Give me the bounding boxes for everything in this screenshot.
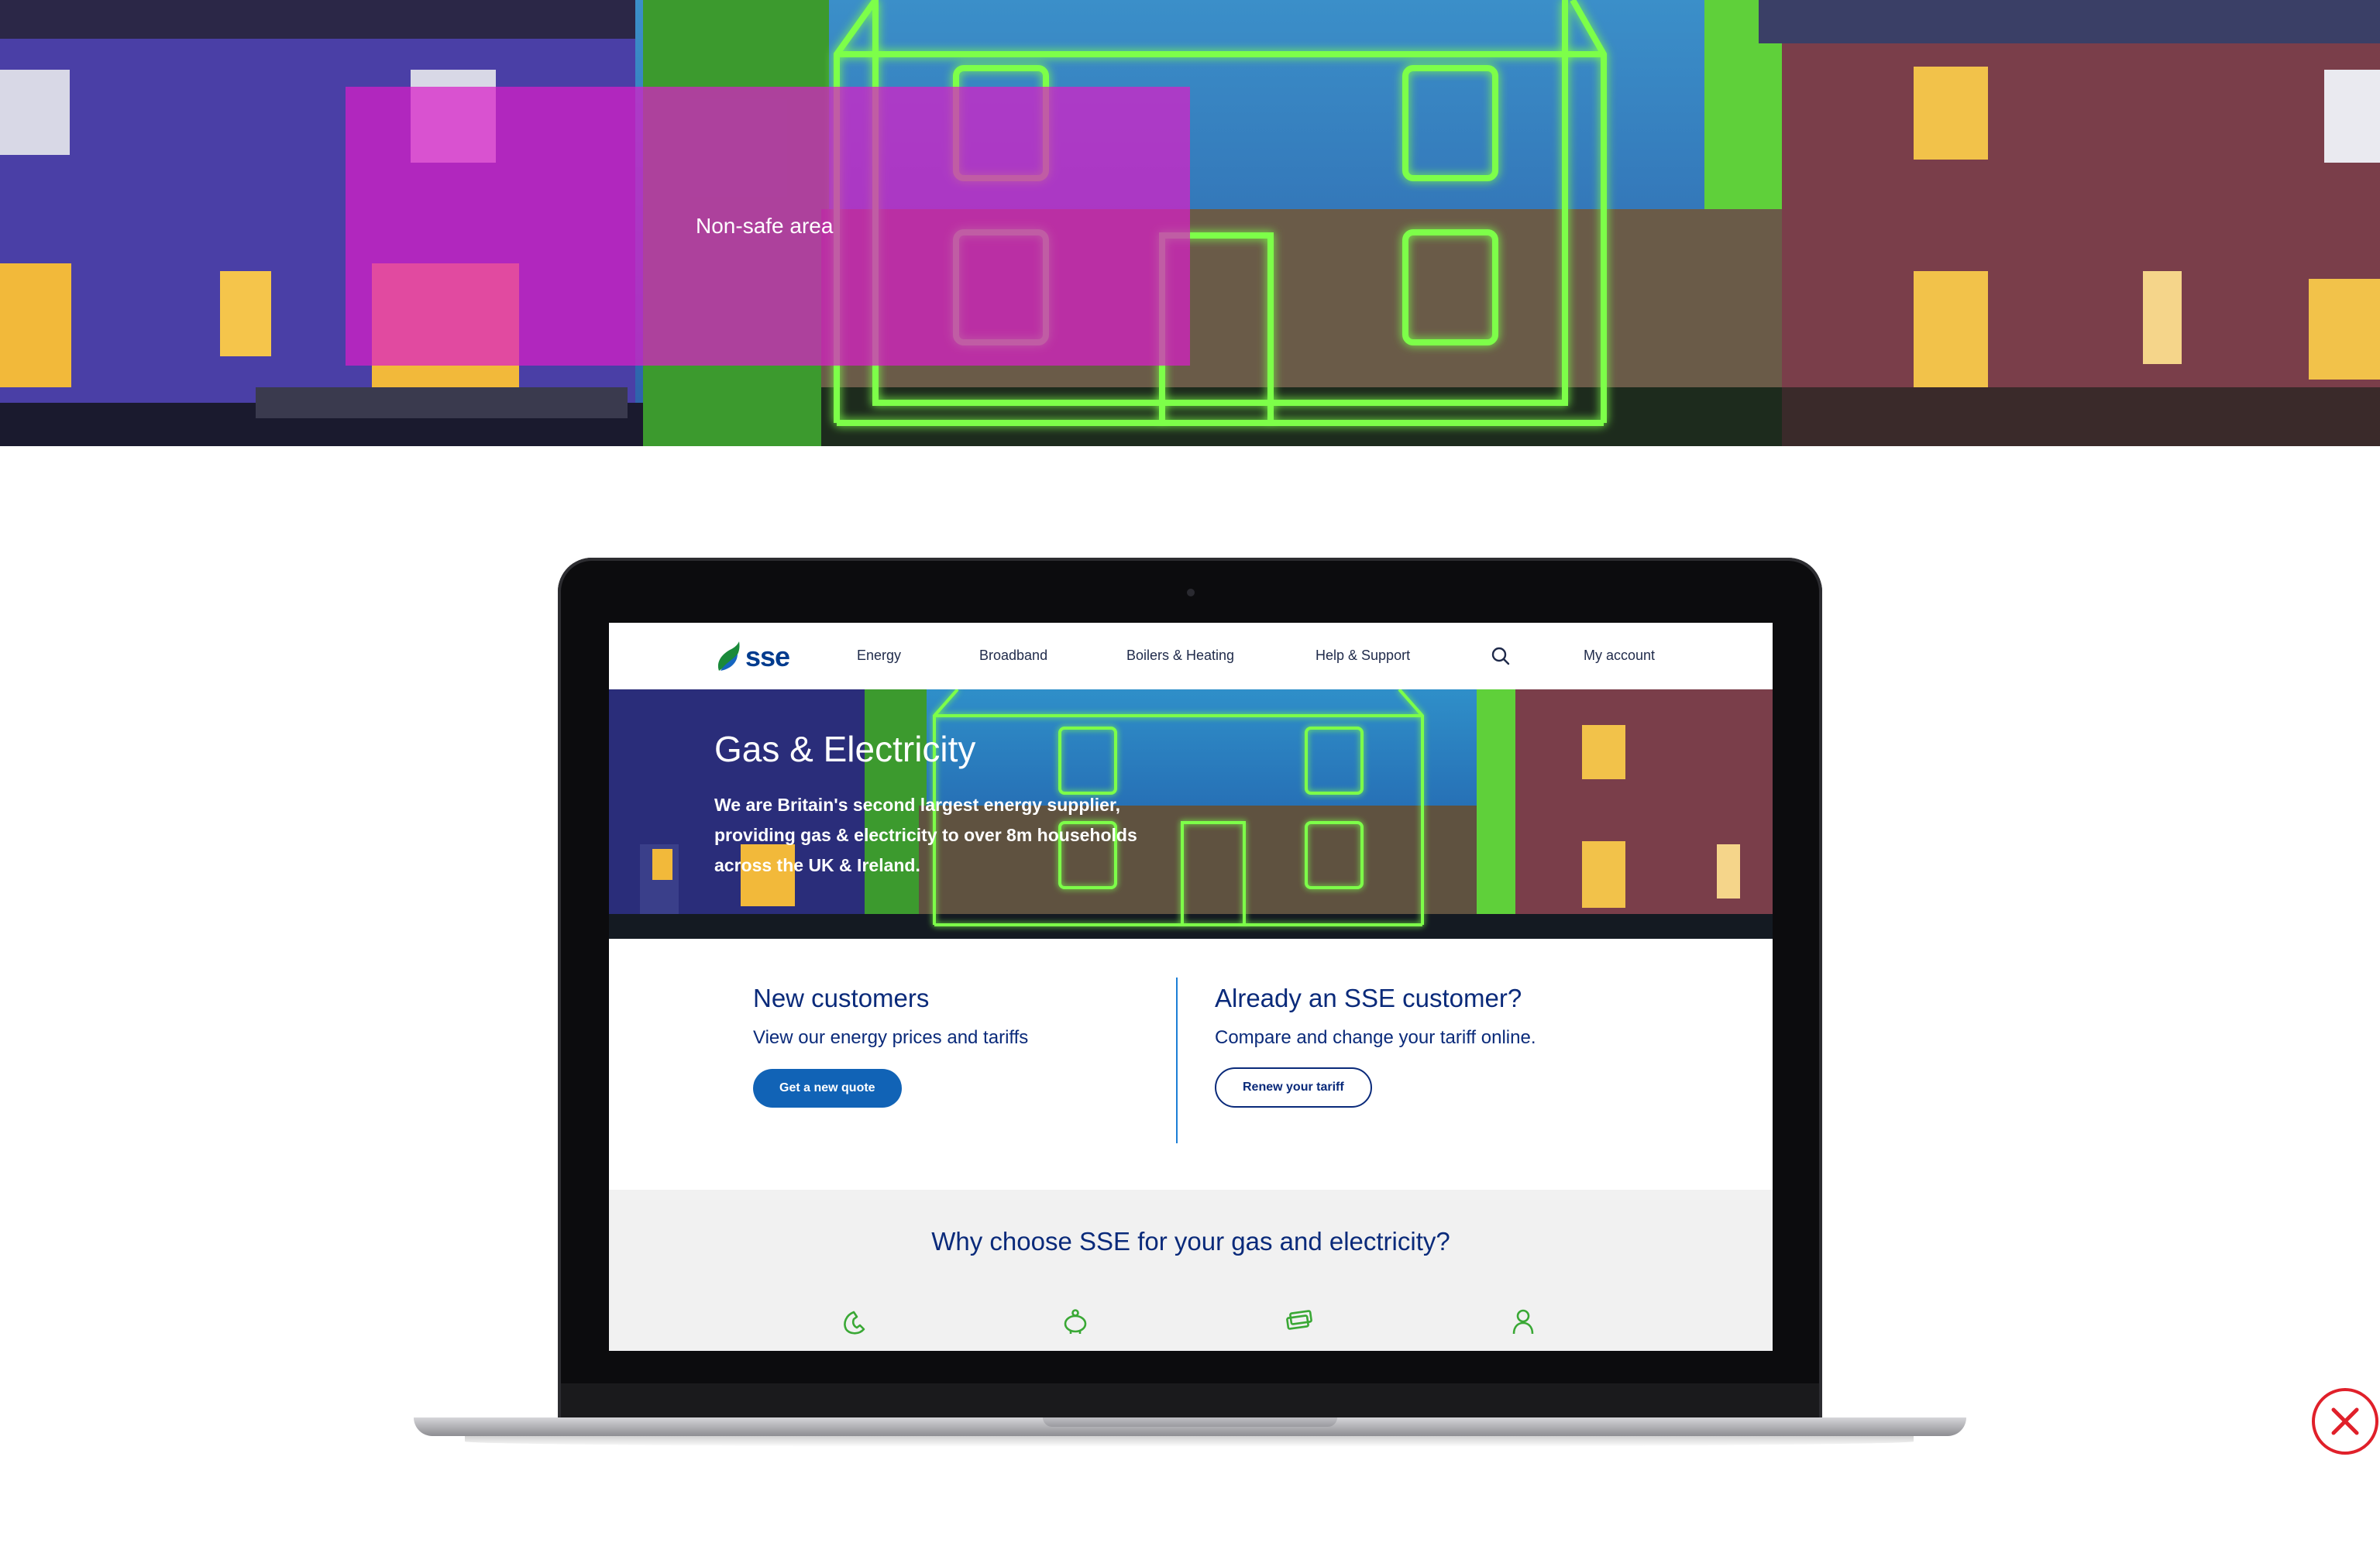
sse-flame-icon [717,641,740,671]
nav-energy[interactable]: Energy [857,648,901,664]
why-choose-section: Why choose SSE for your gas and electric… [609,1190,1773,1351]
new-customers-panel: New customers View our energy prices and… [753,984,1028,1108]
new-customers-subtitle: View our energy prices and tariffs [753,1027,1029,1048]
close-icon[interactable] [2310,1386,2380,1456]
person-icon [1512,1309,1534,1335]
hero-banner-image: Non-safe area [0,0,2380,446]
phone-icon [844,1311,865,1335]
search-icon[interactable] [1491,646,1511,666]
nav-broadband[interactable]: Broadband [979,648,1047,664]
cta-section: New customers View our energy prices and… [609,939,1773,1190]
hero-title: Gas & Electricity [714,729,976,769]
hero-description-line: across the UK & Ireland. [714,855,920,875]
hero-description-line: providing gas & electricity to over 8m h… [714,825,1137,845]
laptop-bezel-bottom [561,1383,1819,1417]
nav-boilers-heating[interactable]: Boilers & Heating [1126,648,1234,664]
cta-divider [1176,978,1178,1143]
laptop-screen: sse Energy Broadband Boilers & Heating H… [609,623,1773,1351]
screen-bottom-bezel [609,1351,1773,1383]
get-quote-button[interactable]: Get a new quote [753,1069,902,1108]
laptop-shadow [465,1436,1914,1447]
new-customers-title: New customers [753,984,930,1012]
webcam-dot [1187,589,1195,596]
nav-my-account[interactable]: My account [1584,648,1655,664]
renew-tariff-button[interactable]: Renew your tariff [1215,1067,1372,1108]
existing-customers-title: Already an SSE customer? [1215,984,1522,1012]
sse-logo[interactable]: sse [714,640,790,674]
hero-description: We are Britain's second largest energy s… [714,790,1195,881]
sse-logo-text: sse [745,641,790,672]
why-choose-title: Why choose SSE for your gas and electric… [931,1227,1450,1256]
laptop-opening-notch [1043,1417,1337,1427]
existing-customers-subtitle: Compare and change your tariff online. [1215,1027,1536,1048]
hero-description-line: We are Britain's second largest energy s… [714,795,1121,815]
site-navbar: sse Energy Broadband Boilers & Heating H… [609,623,1773,689]
piggy-bank-icon [1064,1309,1087,1334]
site-hero: Gas & Electricity We are Britain's secon… [609,689,1773,939]
money-icon [1286,1310,1312,1330]
non-safe-area-label: Non-safe area [696,214,834,238]
existing-customers-panel: Already an SSE customer? Compare and cha… [1215,984,1536,1108]
nav-help-support[interactable]: Help & Support [1316,648,1410,664]
